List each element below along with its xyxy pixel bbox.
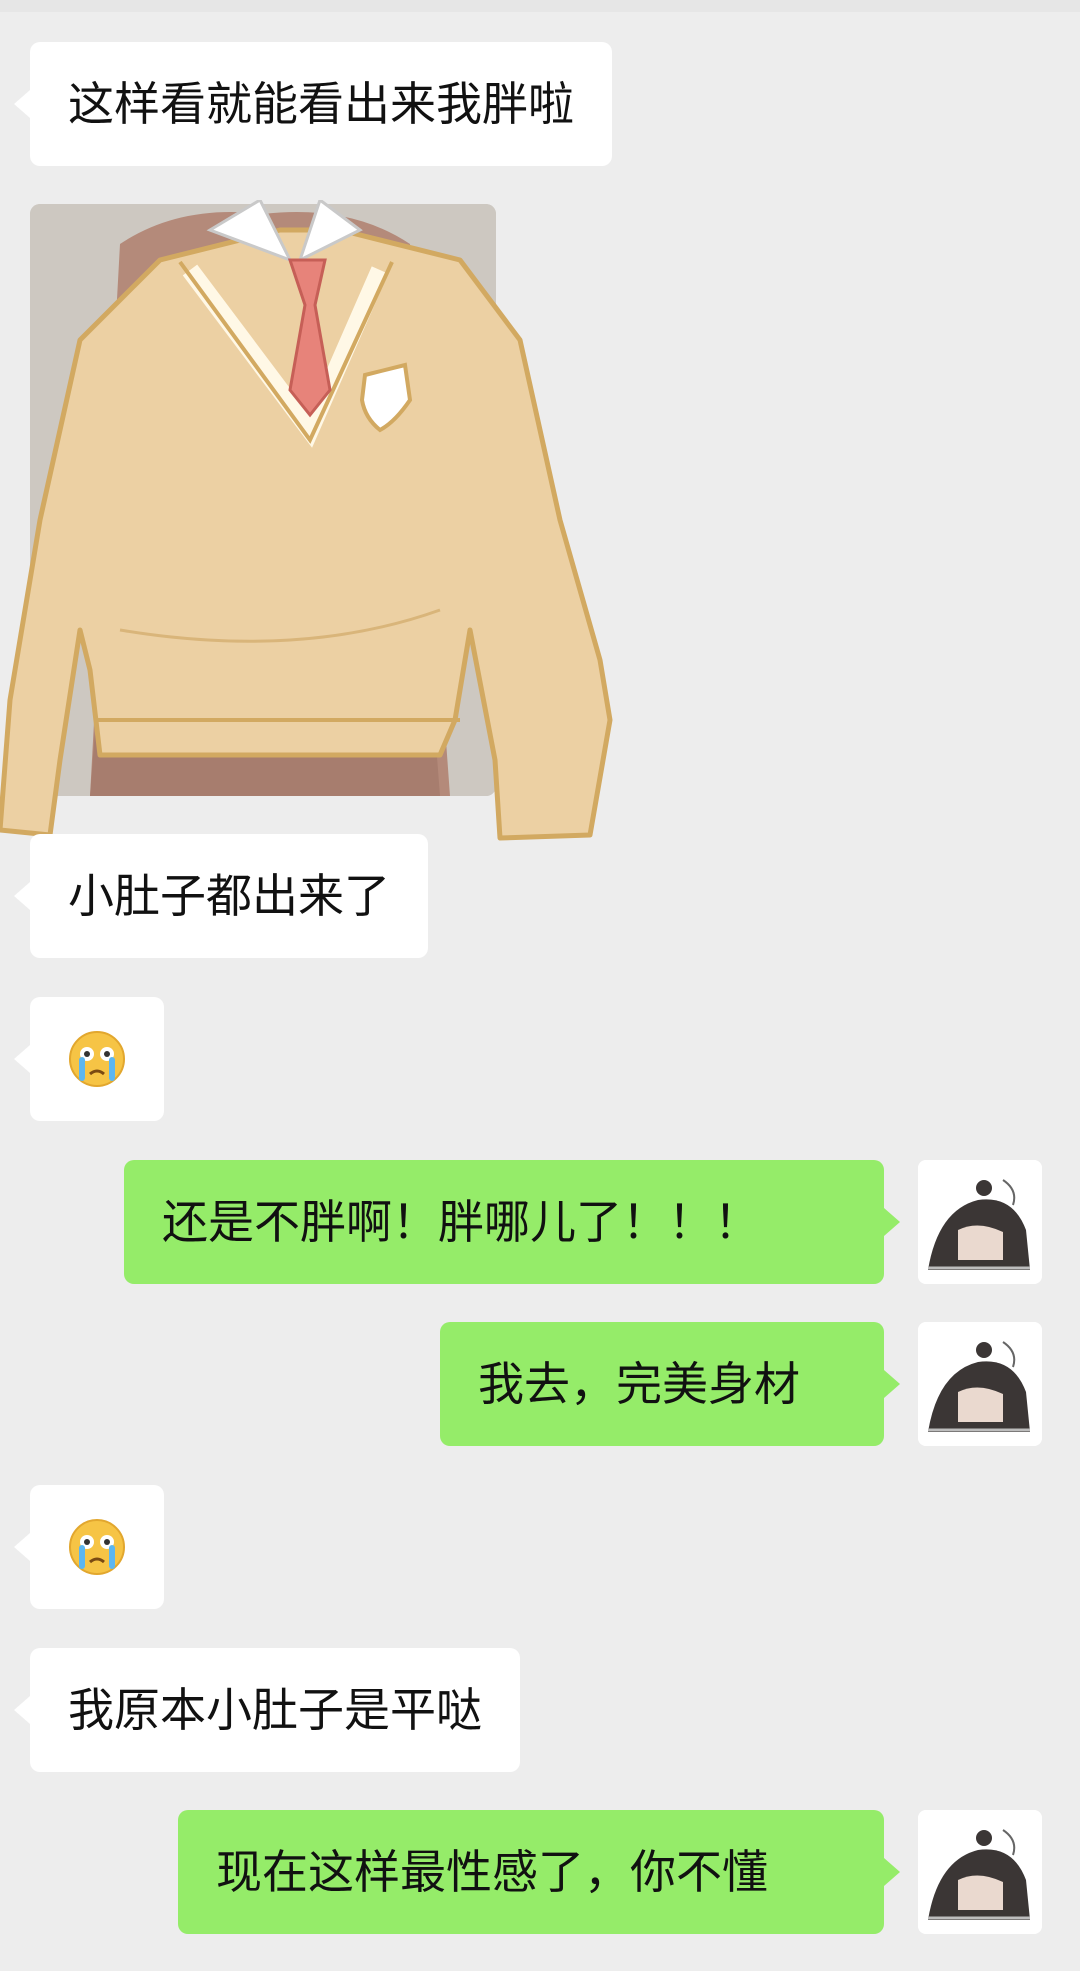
self-avatar[interactable] <box>918 1160 1042 1284</box>
message-text: 我去，完美身材 <box>478 1357 800 1411</box>
incoming-text-message[interactable]: 这样看就能看出来我胖啦 <box>14 42 612 166</box>
self-avatar[interactable] <box>918 1810 1042 1934</box>
outgoing-text-message[interactable]: 还是不胖啊！胖哪儿了！！！ <box>124 1160 900 1284</box>
message-text: 小肚子都出来了 <box>68 869 390 923</box>
anime-character-avatar-icon <box>918 1322 1042 1446</box>
anime-character-avatar-icon <box>918 1810 1042 1934</box>
message-text: 还是不胖啊！胖哪儿了！！！ <box>162 1195 760 1249</box>
incoming-emoji-message[interactable] <box>14 1485 164 1609</box>
crying-face-emoji <box>69 1031 125 1087</box>
anime-character-avatar-icon <box>918 1160 1042 1284</box>
top-divider <box>0 0 1080 12</box>
incoming-emoji-message[interactable] <box>14 997 164 1121</box>
outgoing-text-message[interactable]: 我去，完美身材 <box>440 1322 900 1446</box>
outgoing-text-message[interactable]: 现在这样最性感了，你不懂 <box>178 1810 900 1934</box>
message-text: 这样看就能看出来我胖啦 <box>68 77 574 131</box>
incoming-text-message[interactable]: 我原本小肚子是平哒 <box>14 1648 520 1772</box>
sweater-sticker <box>0 200 613 841</box>
message-text: 现在这样最性感了，你不懂 <box>216 1845 768 1899</box>
message-text: 我原本小肚子是平哒 <box>68 1683 482 1737</box>
self-avatar[interactable] <box>918 1322 1042 1446</box>
incoming-text-message[interactable]: 小肚子都出来了 <box>14 834 428 958</box>
crying-face-emoji <box>69 1519 125 1575</box>
